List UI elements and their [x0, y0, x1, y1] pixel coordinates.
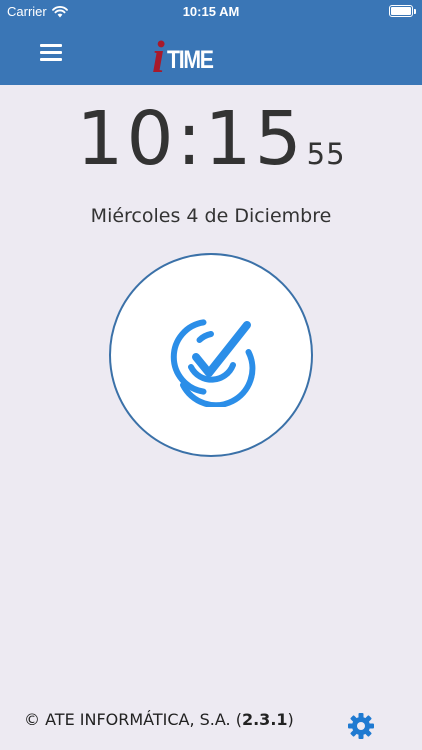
- itime-logo: i TIME: [152, 31, 224, 82]
- clock-seconds: 55: [306, 137, 346, 171]
- status-time: 10:15 AM: [182, 4, 240, 19]
- menu-bar-middle: [40, 51, 62, 54]
- hamburger-menu-icon[interactable]: [40, 42, 66, 64]
- clock-hours-minutes: 10:15: [76, 96, 305, 182]
- copyright-suffix: ): [287, 710, 294, 729]
- battery-tip: [414, 9, 416, 14]
- app-version: 2.3.1: [241, 710, 288, 729]
- battery-icon: [389, 5, 416, 17]
- menu-bar-top: [40, 44, 62, 47]
- logo-i: i: [152, 31, 165, 82]
- header-bar: i TIME: [0, 22, 422, 85]
- gear-icon[interactable]: [347, 712, 375, 740]
- clock-date: Miércoles 4 de Diciembre: [90, 205, 332, 227]
- footer-copyright: © ATE INFORMÁTICA, S.A. (2.3.1): [24, 710, 294, 729]
- clock-display: 10:1555: [0, 102, 422, 176]
- menu-bar-bottom: [40, 58, 62, 61]
- punch-button[interactable]: [109, 253, 313, 457]
- copyright-text: © ATE INFORMÁTICA, S.A. (: [24, 710, 242, 729]
- check-target-icon: [170, 319, 256, 407]
- logo-time: TIME: [167, 46, 214, 74]
- battery-level: [391, 7, 411, 15]
- status-bar: Carrier 10:15 AM: [0, 0, 422, 22]
